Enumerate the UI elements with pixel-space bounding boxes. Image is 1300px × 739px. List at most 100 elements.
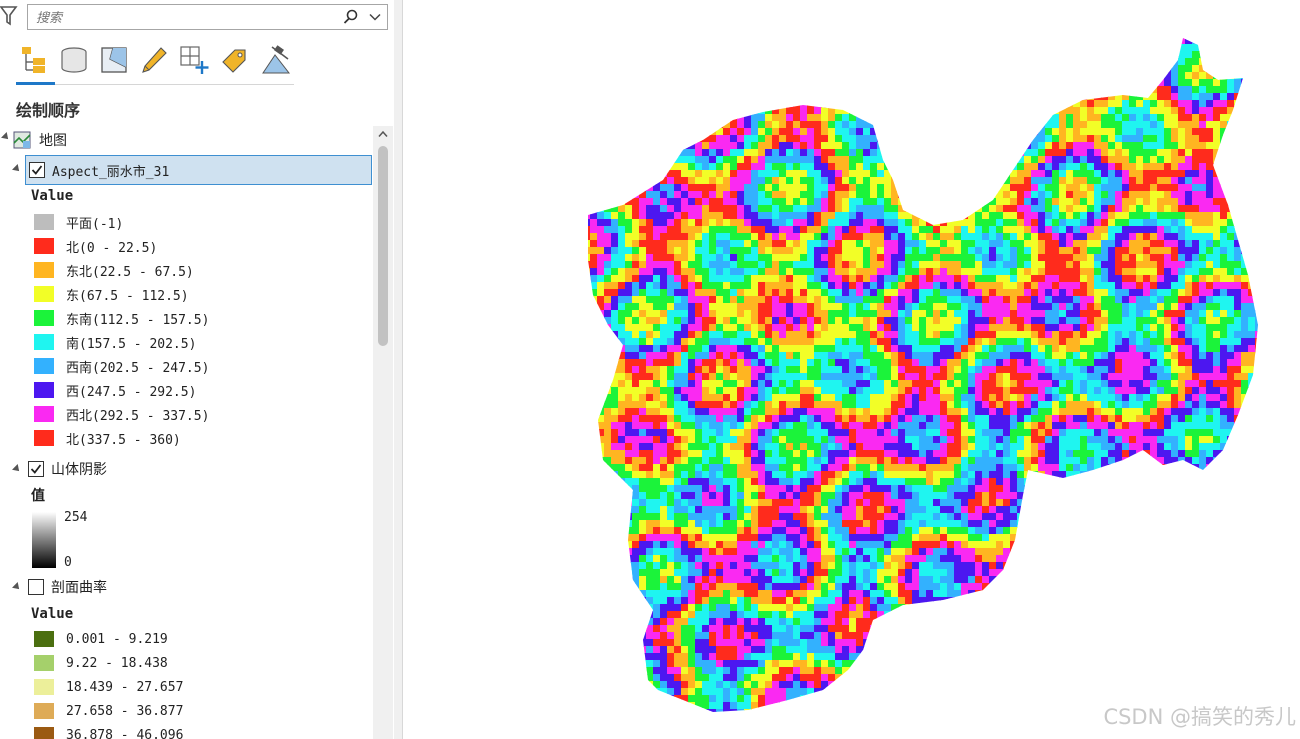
aspect-cell xyxy=(947,317,955,325)
aspect-cell xyxy=(821,191,829,199)
filter-icon[interactable] xyxy=(0,5,18,27)
aspect-cell xyxy=(758,121,766,129)
aspect-cell xyxy=(884,289,892,297)
aspect-cell xyxy=(842,205,850,213)
aspect-cell xyxy=(989,352,997,360)
search-icon[interactable] xyxy=(343,9,359,25)
aspect-cell xyxy=(1045,191,1053,199)
snapping-icon[interactable] xyxy=(178,44,210,76)
aspect-cell xyxy=(1066,163,1074,171)
aspect-cell xyxy=(1017,212,1025,220)
aspect-cell xyxy=(828,149,836,157)
charts-icon[interactable] xyxy=(260,44,292,76)
aspect-cell xyxy=(849,317,857,325)
labeling-icon[interactable] xyxy=(218,44,250,76)
aspect-cell xyxy=(1024,359,1032,367)
aspect-cell xyxy=(674,317,682,325)
aspect-cell xyxy=(1024,275,1032,283)
aspect-cell xyxy=(674,233,682,241)
aspect-cell xyxy=(793,191,801,199)
aspect-cell xyxy=(835,268,843,276)
aspect-cell xyxy=(1115,184,1123,192)
data-source-icon[interactable] xyxy=(58,44,90,76)
aspect-cell xyxy=(1045,184,1053,192)
aspect-cell xyxy=(1010,219,1018,227)
layer-curvature[interactable]: 剖面曲率 xyxy=(28,576,107,598)
aspect-cell xyxy=(828,338,836,346)
aspect-cell xyxy=(793,247,801,255)
aspect-cell xyxy=(982,338,990,346)
aspect-cell xyxy=(1157,121,1165,129)
aspect-cell xyxy=(1157,156,1165,164)
aspect-cell xyxy=(1017,310,1025,318)
expand-layer-aspect-icon[interactable] xyxy=(12,164,22,174)
chevron-down-icon[interactable] xyxy=(369,11,381,23)
editing-icon[interactable] xyxy=(138,44,170,76)
aspect-cell xyxy=(737,184,745,192)
aspect-cell xyxy=(1178,79,1186,87)
aspect-cell xyxy=(793,205,801,213)
aspect-cell xyxy=(1171,261,1179,269)
aspect-cell xyxy=(737,303,745,311)
aspect-cell xyxy=(744,128,752,136)
layer-hillshade-checkbox[interactable] xyxy=(28,461,44,477)
aspect-cell xyxy=(646,359,654,367)
aspect-cell xyxy=(1066,338,1074,346)
aspect-cell xyxy=(1087,149,1095,157)
legend-label: 平面(-1) xyxy=(66,216,124,232)
aspect-cell xyxy=(1108,205,1116,213)
aspect-cell xyxy=(884,282,892,290)
expand-layer-curvature-icon[interactable] xyxy=(12,582,22,592)
expand-map-icon[interactable] xyxy=(1,132,11,142)
aspect-cell xyxy=(709,303,717,311)
layer-aspect-checkbox[interactable] xyxy=(29,162,45,178)
layer-aspect[interactable]: Aspect_丽水市_31 xyxy=(25,155,372,185)
aspect-cell xyxy=(1003,296,1011,304)
aspect-cell xyxy=(814,128,822,136)
aspect-cell xyxy=(1073,142,1081,150)
aspect-cell xyxy=(1059,310,1067,318)
aspect-cell xyxy=(1192,331,1200,339)
aspect-cell xyxy=(989,275,997,283)
aspect-cell xyxy=(863,156,871,164)
aspect-cell xyxy=(821,289,829,297)
aspect-cell xyxy=(800,310,808,318)
aspect-cell xyxy=(1003,247,1011,255)
aspect-cell xyxy=(814,198,822,206)
aspect-cell xyxy=(709,289,717,297)
aspect-cell xyxy=(877,184,885,192)
aspect-cell xyxy=(856,247,864,255)
scroll-thumb[interactable] xyxy=(378,146,388,346)
aspect-cell xyxy=(961,359,969,367)
aspect-cell xyxy=(926,247,934,255)
aspect-cell xyxy=(751,254,759,262)
aspect-cell xyxy=(1073,275,1081,283)
aspect-cell xyxy=(1136,198,1144,206)
search-input[interactable] xyxy=(34,7,338,29)
aspect-cell xyxy=(618,275,626,283)
aspect-cell xyxy=(772,177,780,185)
layer-curvature-checkbox[interactable] xyxy=(28,579,44,595)
aspect-cell xyxy=(639,268,647,276)
aspect-cell xyxy=(1143,275,1151,283)
scroll-up-icon[interactable] xyxy=(378,130,388,138)
aspect-cell xyxy=(1101,303,1109,311)
selection-icon[interactable] xyxy=(98,44,130,76)
drawing-order-icon[interactable] xyxy=(18,44,50,76)
map-view[interactable]: CSDN @搞笑的秀儿 xyxy=(403,0,1300,739)
map-node[interactable]: 地图 xyxy=(13,129,67,151)
aspect-cell xyxy=(709,240,717,248)
aspect-cell xyxy=(744,373,752,381)
aspect-cell xyxy=(863,170,871,178)
pane-splitter[interactable] xyxy=(394,0,403,739)
aspect-cell xyxy=(1213,317,1221,325)
layer-tree-scrollbar[interactable] xyxy=(373,126,393,739)
aspect-cell xyxy=(1066,352,1074,360)
aspect-cell xyxy=(1101,261,1109,269)
aspect-cell xyxy=(772,366,780,374)
layer-hillshade[interactable]: 山体阴影 xyxy=(28,458,107,480)
aspect-cell xyxy=(1220,373,1228,381)
aspect-cell xyxy=(765,121,773,129)
search-box[interactable] xyxy=(27,4,388,30)
expand-layer-hillshade-icon[interactable] xyxy=(12,464,22,474)
